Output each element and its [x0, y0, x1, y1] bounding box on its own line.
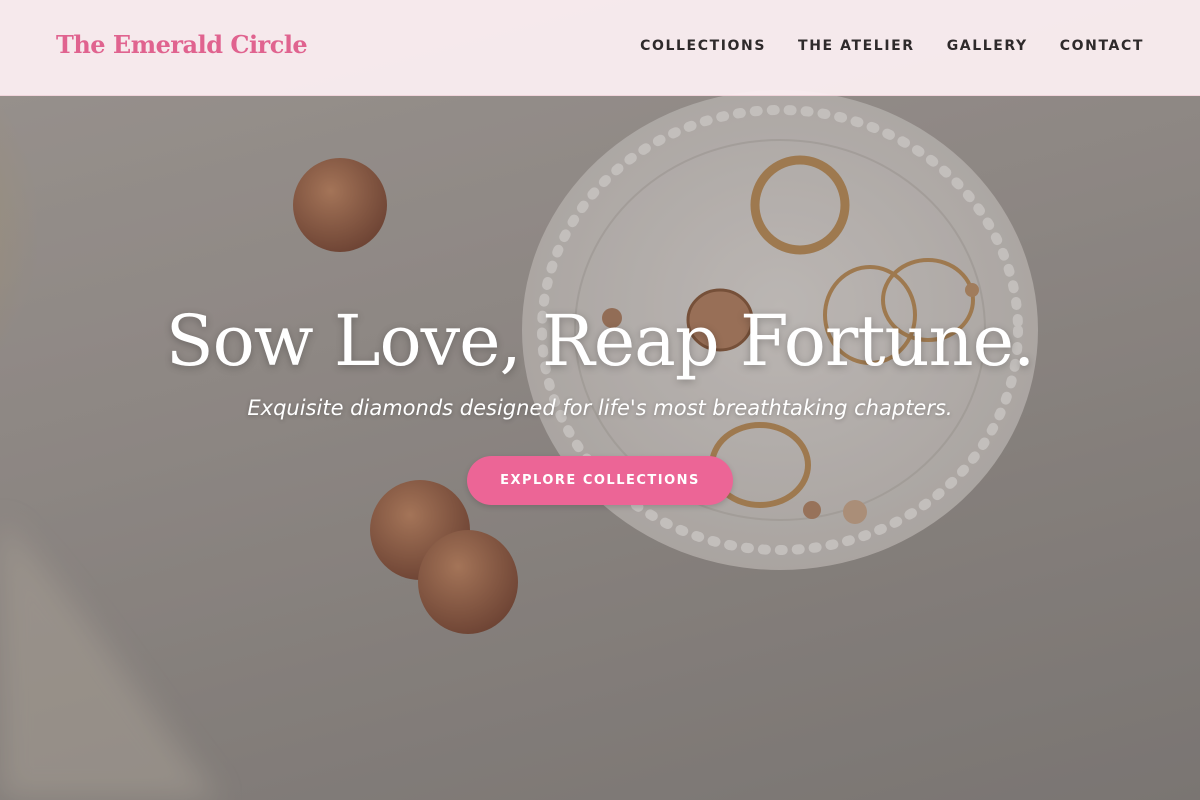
nav-link-collections[interactable]: COLLECTIONS [640, 38, 766, 54]
nav-link-gallery[interactable]: GALLERY [947, 38, 1028, 54]
top-navbar: The Emerald Circle COLLECTIONS THE ATELI… [0, 0, 1200, 96]
brand-logo-link[interactable]: The Emerald Circle [56, 30, 308, 59]
hero-headline: Sow Love, Reap Fortune. [165, 300, 1036, 382]
nav-link-the-atelier[interactable]: THE ATELIER [798, 38, 915, 54]
hero-subheadline: Exquisite diamonds designed for life's m… [247, 396, 953, 420]
main-nav: COLLECTIONS THE ATELIER GALLERY CONTACT [640, 38, 1144, 54]
nav-link-contact[interactable]: CONTACT [1060, 38, 1144, 54]
explore-collections-button[interactable]: EXPLORE COLLECTIONS [467, 456, 733, 505]
